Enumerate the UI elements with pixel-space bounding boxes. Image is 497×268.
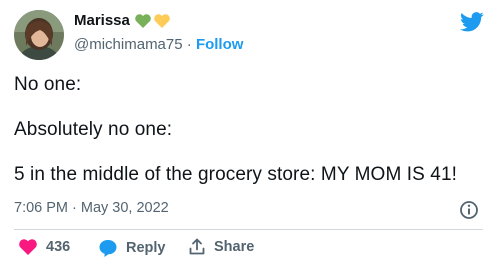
handle-row: @michimama75 · Follow: [74, 36, 243, 53]
share-label: Share: [214, 239, 255, 255]
name-emojis: [134, 13, 171, 29]
tweet-line-1: No one:: [14, 74, 82, 95]
yellow-heart-icon: [154, 13, 170, 28]
author-handle[interactable]: @michimama75: [74, 36, 183, 53]
tweet-timestamp[interactable]: 7:06 PM · May 30, 2022: [14, 200, 169, 216]
info-icon[interactable]: [459, 200, 479, 225]
tweet-line-2: Absolutely no one:: [14, 119, 173, 140]
reply-button[interactable]: Reply: [98, 238, 166, 258]
heart-icon: [19, 239, 37, 255]
share-button[interactable]: Share: [188, 238, 254, 256]
reply-label: Reply: [126, 240, 166, 256]
tweet-card: Marissa @michimama75 · Follow No one: Ab…: [0, 0, 497, 268]
author-name[interactable]: Marissa: [74, 12, 130, 29]
green-heart-icon: [135, 13, 151, 28]
reply-bubble-icon: [99, 240, 117, 257]
divider: [14, 229, 483, 230]
handle-separator: ·: [182, 36, 196, 53]
avatar-image: [14, 10, 64, 60]
like-button[interactable]: 436: [18, 238, 70, 256]
tweet-line-3: 5 in the middle of the grocery store: MY…: [14, 164, 457, 185]
follow-link[interactable]: Follow: [196, 36, 244, 53]
share-icon: [189, 238, 205, 255]
avatar[interactable]: [14, 10, 64, 60]
twitter-bird-icon[interactable]: [460, 12, 484, 37]
author-name-row[interactable]: Marissa: [74, 12, 171, 29]
like-count: 436: [46, 239, 71, 255]
